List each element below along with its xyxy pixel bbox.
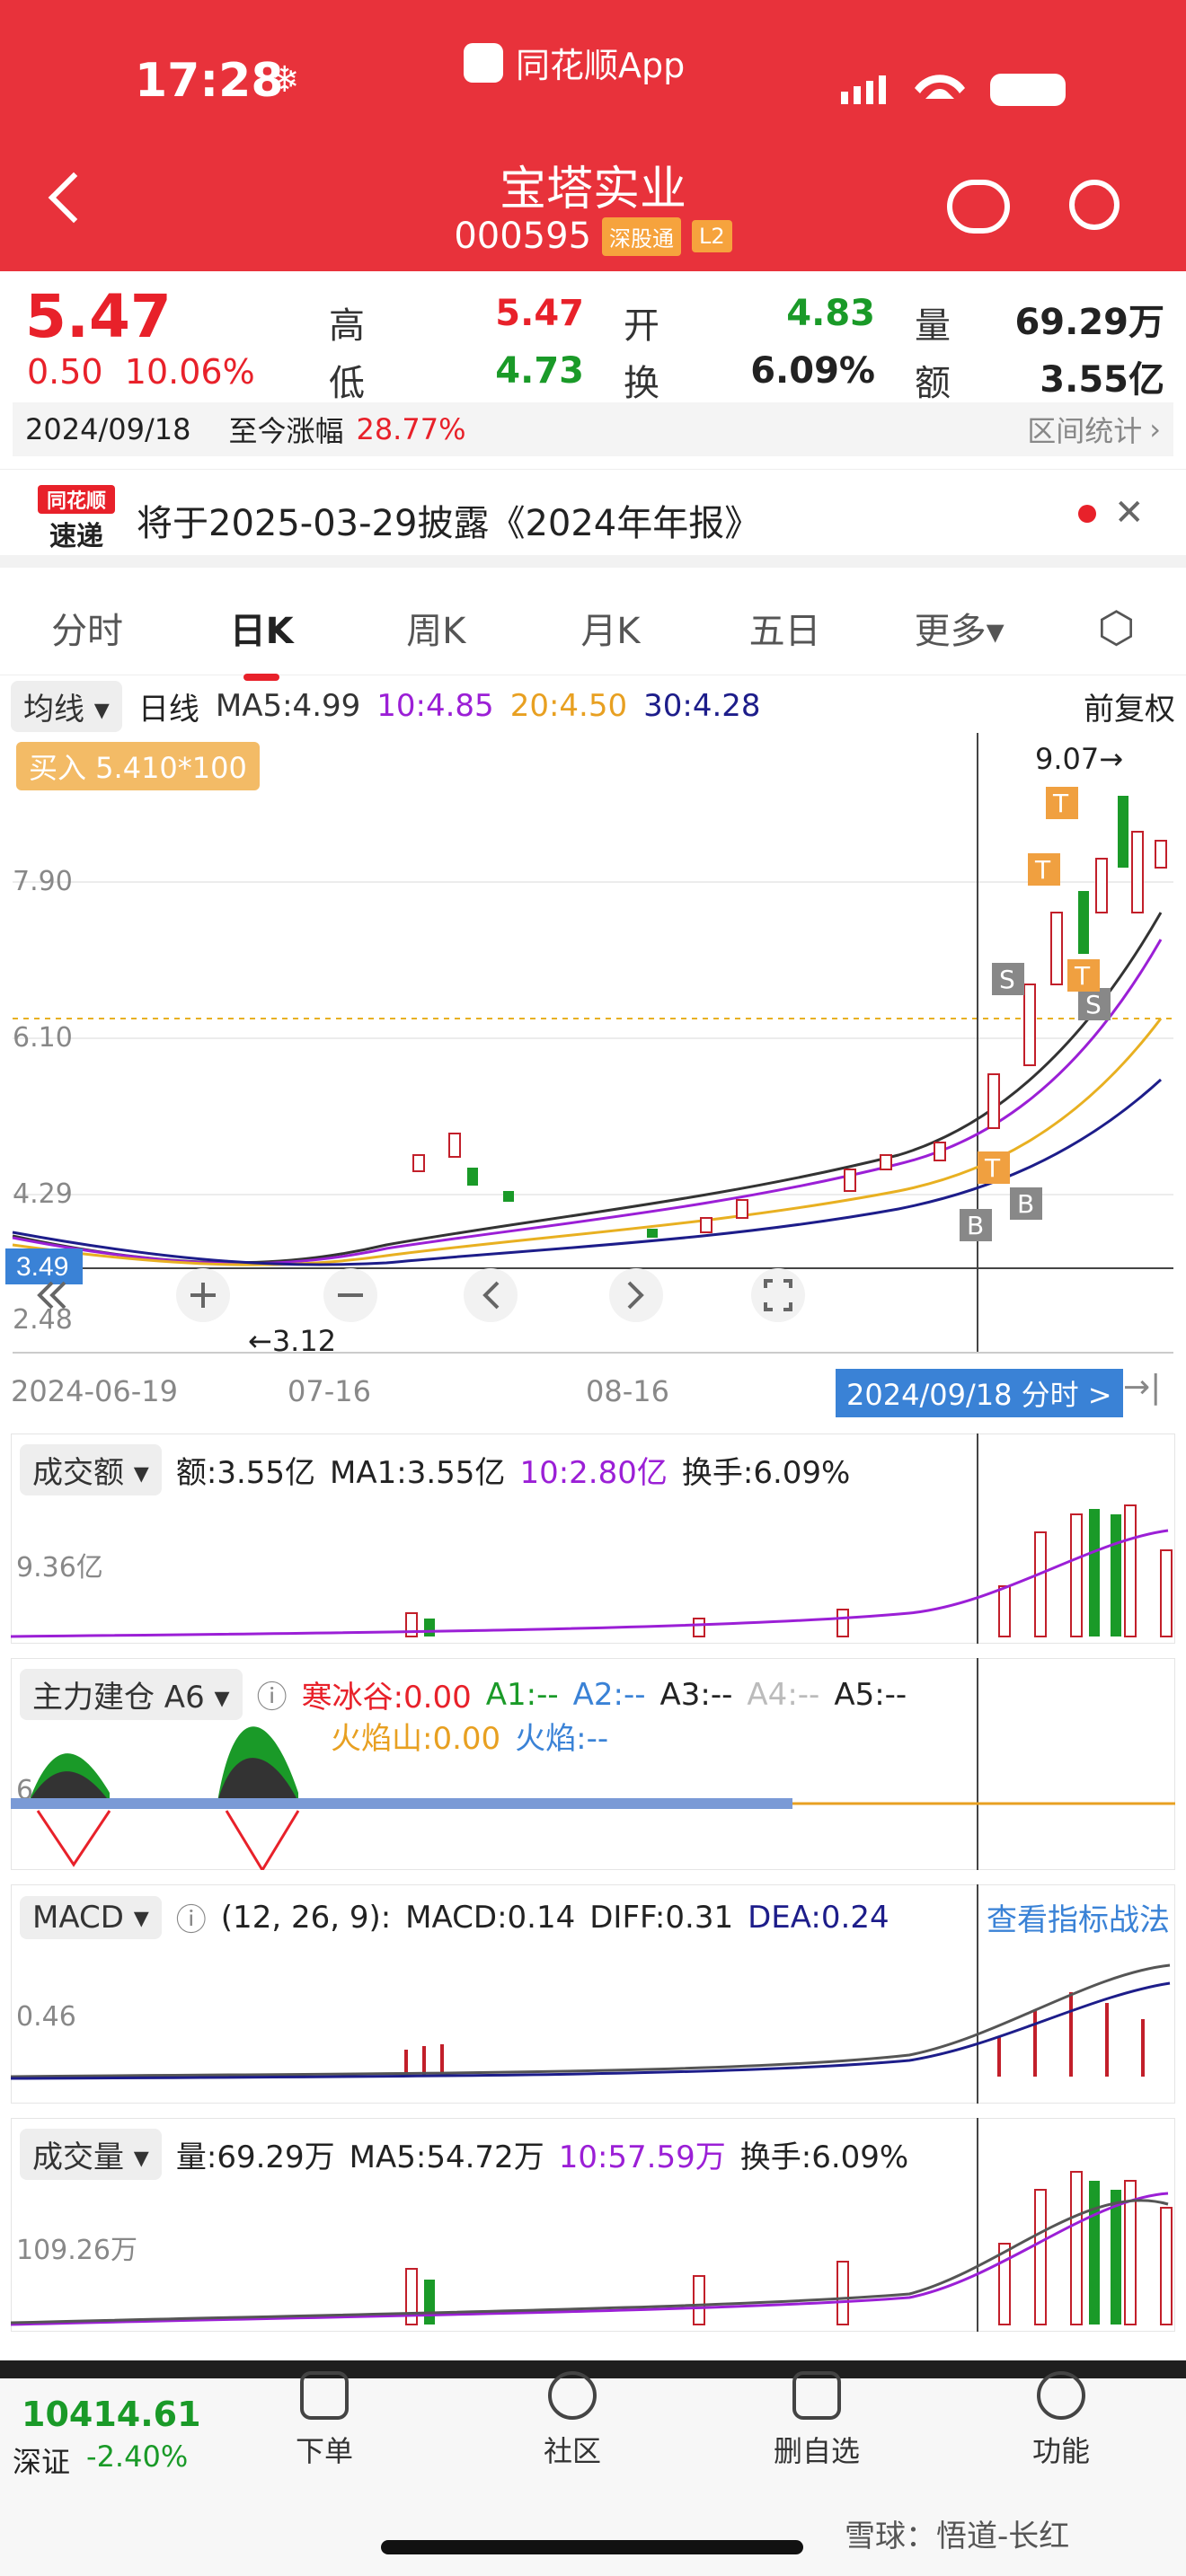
- ma-type-dropdown[interactable]: 均线 ▾: [11, 680, 122, 732]
- buy-tag-2: B: [1017, 1189, 1034, 1219]
- star-circle-icon: [548, 2371, 597, 2420]
- fund-chart: [11, 1658, 1175, 1870]
- nav-remove-watchlist[interactable]: 删自选: [749, 2371, 884, 2470]
- amount-label: 额: [915, 363, 951, 404]
- menu-circle-icon: [1037, 2371, 1085, 2420]
- t-tag-3: T: [1034, 855, 1051, 885]
- l2-badge: L2: [692, 220, 732, 252]
- nav-order[interactable]: 下单: [257, 2371, 392, 2470]
- date-label-1: 2024-06-19: [11, 1374, 178, 1408]
- range-stat-link[interactable]: 区间统计: [1027, 409, 1142, 450]
- ma10-value: 10:4.85: [376, 688, 494, 724]
- sell-tag-2: S: [1085, 990, 1102, 1019]
- unread-dot: [1078, 505, 1096, 523]
- sell-tag: S: [999, 965, 1015, 994]
- ma-period: 日线: [137, 691, 199, 728]
- nav-community[interactable]: 社区: [505, 2371, 640, 2470]
- ma20-value: 20:4.50: [509, 688, 628, 724]
- min-price-label: ←3.12: [248, 1324, 337, 1358]
- brand-logo: 同花顺 速递: [38, 485, 115, 553]
- volume-bars: [11, 2118, 1173, 2332]
- price-change: 0.50 10.06%: [27, 352, 255, 392]
- high-label: 高: [329, 305, 365, 347]
- tab-fenshi[interactable]: 分时: [0, 602, 174, 654]
- buy-order-tag[interactable]: 买入 5.410*100: [16, 742, 260, 790]
- stock-code-row: 000595 深股通 L2: [0, 216, 1186, 257]
- snowflake-icon: ❄: [270, 59, 300, 101]
- date-bar[interactable]: 2024/09/18 至今涨幅 28.77% 区间统计 ›: [13, 402, 1173, 456]
- stock-code: 000595: [454, 216, 592, 257]
- t-tag-2: T: [1052, 789, 1069, 818]
- buy-tag: B: [967, 1211, 984, 1240]
- turnover-label: 换: [624, 363, 659, 404]
- ma-legend: 均线 ▾ 日线 MA5:4.99 10:4.85 20:4.50 30:4.28…: [0, 680, 1186, 732]
- t-tag-4: T: [1074, 961, 1091, 991]
- t-tag: T: [984, 1153, 1001, 1183]
- chevron-right-icon: ›: [1149, 412, 1161, 446]
- volume-label: 量: [915, 305, 951, 347]
- tab-more[interactable]: 更多▾: [872, 602, 1047, 654]
- sgt-badge: 深股通: [602, 216, 682, 256]
- ma5-value: MA5:4.99: [215, 688, 361, 724]
- amount-value: 3.55亿: [1040, 359, 1164, 401]
- open-value: 4.83: [786, 293, 875, 334]
- adjust-mode[interactable]: 前复权: [1084, 684, 1175, 728]
- max-price-label: 9.07→: [1035, 742, 1124, 776]
- index-value[interactable]: 10414.61: [22, 2395, 201, 2434]
- y-label-1: 7.90: [13, 866, 73, 897]
- close-icon[interactable]: ✕: [1114, 492, 1145, 534]
- low-value: 4.73: [495, 350, 584, 392]
- ma30-value: 30:4.28: [643, 688, 761, 724]
- minus-box-icon: [792, 2371, 841, 2420]
- volume-value: 69.29万: [1014, 302, 1164, 343]
- tab-weekly-k[interactable]: 周K: [349, 602, 523, 654]
- kline-chart[interactable]: 3.49 B B S S T T T T: [0, 733, 1186, 1362]
- watermark: 雪球：悟道-长红: [845, 2519, 1070, 2554]
- turnover-value: 6.09%: [750, 350, 875, 392]
- amount-bars: [11, 1434, 1173, 1644]
- robot-assistant-icon[interactable]: [947, 180, 1010, 234]
- y-label-4: 2.48: [13, 1304, 73, 1336]
- status-icons: [841, 74, 1066, 106]
- date-label-2: 07-16: [288, 1374, 371, 1408]
- quote-date: 2024/09/18: [25, 412, 191, 446]
- date-cursor-tag[interactable]: 2024/09/18 分时 >: [836, 1369, 1123, 1417]
- home-indicator: [381, 2540, 803, 2554]
- nav-functions[interactable]: 功能: [994, 2371, 1128, 2470]
- current-price: 5.47: [25, 282, 172, 351]
- settings-hex-icon[interactable]: ⬡: [1047, 603, 1186, 653]
- period-tabs: 分时 日K 周K 月K 五日 更多▾ ⬡: [0, 580, 1186, 681]
- notice-text: 将于2025-03-29披露《2024年年报》: [137, 503, 761, 544]
- search-icon[interactable]: [1069, 180, 1120, 230]
- app-source: 同花顺App: [464, 38, 685, 87]
- since-label: 至今涨幅: [228, 414, 344, 448]
- high-value: 5.47: [495, 293, 584, 334]
- y-label-3: 4.29: [13, 1178, 73, 1210]
- tab-five-day[interactable]: 五日: [698, 602, 872, 654]
- tab-monthly-k[interactable]: 月K: [523, 602, 697, 654]
- low-label: 低: [329, 363, 365, 404]
- current-price-tag: 3.49: [16, 1252, 68, 1282]
- since-value: 28.77%: [356, 412, 466, 446]
- index-info[interactable]: 深证 -2.40%: [13, 2439, 188, 2481]
- app-logo-icon: [464, 42, 503, 83]
- date-label-3: 08-16: [586, 1374, 669, 1408]
- status-time: 17:28: [135, 54, 284, 108]
- document-icon: [300, 2371, 349, 2420]
- macd-chart: [11, 1884, 1171, 2104]
- go-end-icon[interactable]: →|: [1123, 1369, 1161, 1406]
- open-label: 开: [624, 305, 659, 347]
- tab-daily-k[interactable]: 日K: [174, 602, 349, 681]
- y-label-2: 6.10: [13, 1022, 73, 1054]
